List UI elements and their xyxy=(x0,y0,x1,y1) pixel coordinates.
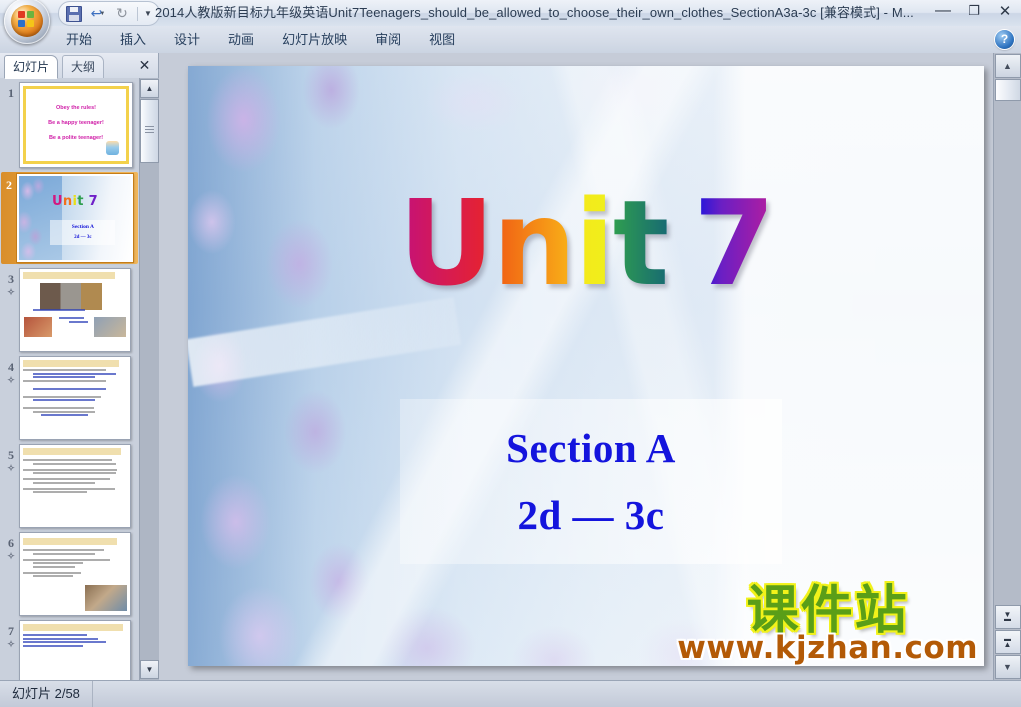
scrollbar-grip-icon xyxy=(145,126,154,134)
slide-preview-4 xyxy=(19,356,131,440)
scrollbar-bottom-group: ▼ ▬ ▬ ▲ ▼ xyxy=(994,604,1021,680)
slide-number-6: 6 ✧ xyxy=(3,532,19,561)
previous-slide-button[interactable]: ▬ ▲ xyxy=(994,630,1021,654)
undo-button[interactable]: ↩ ▼ xyxy=(89,5,107,22)
slide-thumbnail-6[interactable]: 6 ✧ xyxy=(3,532,136,616)
slide-thumbnail-5[interactable]: 5 ✧ xyxy=(3,444,136,528)
undo-dropdown-icon[interactable]: ▼ xyxy=(99,11,105,17)
quick-access-toolbar: ↩ ▼ ↻ ▼ xyxy=(58,1,160,26)
status-bar: 幻灯片 2/58 xyxy=(0,680,1021,707)
slide1-clipart-icon xyxy=(106,141,119,155)
slides-scrollbar-thumb[interactable] xyxy=(140,99,159,163)
section-subtitle: 2d — 3c xyxy=(517,491,665,538)
slide-thumbnail-2[interactable]: 2 Unit 7 Section A 2d — 3c xyxy=(1,172,138,264)
minimize-button[interactable]: — xyxy=(933,2,953,20)
slides-scroll-down-button[interactable]: ▼ xyxy=(140,660,159,679)
next-slide-button[interactable]: ▼ ▬ xyxy=(994,605,1021,629)
tab-outline[interactable]: 大纲 xyxy=(62,55,105,79)
slide-thumbnail-3[interactable]: 3 ✧ xyxy=(3,268,136,352)
status-bar-filler xyxy=(93,681,1021,707)
slide2-section-line2: 2d — 3c xyxy=(74,234,92,240)
slide-thumbnail-list[interactable]: 1 Obey the rules! Be a happy teenager! B… xyxy=(0,78,139,681)
slide-number-7: 7 ✧ xyxy=(3,620,19,649)
previous-slide-icon: ▲ xyxy=(1003,640,1012,649)
section-title: Section A xyxy=(506,424,676,471)
slide-preview-6 xyxy=(19,532,131,616)
tab-animations[interactable]: 动画 xyxy=(214,26,268,53)
restore-button[interactable]: ❐ xyxy=(964,2,984,20)
scroll-down-button[interactable]: ▼ xyxy=(994,655,1021,679)
slide-preview-1: Obey the rules! Be a happy teenager! Be … xyxy=(19,82,133,168)
current-slide[interactable]: Unit 7 Section A 2d — 3c 课件站 www.kjzhan.… xyxy=(188,66,984,666)
slides-scroll-down-wrap: ▼ xyxy=(140,659,159,680)
slide-thumbnail-7[interactable]: 7 ✧ xyxy=(3,620,136,681)
title-bar: ↩ ▼ ↻ ▼ 2014人教版新目标九年级英语Unit7Teenagers_sh… xyxy=(0,0,1021,44)
window-controls: — ❐ ✕ xyxy=(933,2,1015,21)
slide6-photo-icon xyxy=(85,585,127,611)
slide-preview-2: Unit 7 Section A 2d — 3c xyxy=(16,173,134,263)
save-button[interactable] xyxy=(65,5,83,22)
animation-star-icon-5: ✧ xyxy=(7,463,15,473)
office-button[interactable] xyxy=(4,0,50,44)
help-icon[interactable]: ? xyxy=(995,30,1014,49)
redo-icon: ↻ xyxy=(116,5,128,22)
unit-wordart-title[interactable]: Unit 7 xyxy=(188,184,984,302)
slide1-line-2: Be a happy teenager! xyxy=(48,120,104,126)
qat-divider xyxy=(137,6,138,21)
slides-scroll-up-button[interactable]: ▲ xyxy=(140,79,159,98)
slide2-flora-icon xyxy=(19,176,62,260)
save-icon xyxy=(66,5,82,22)
powerpoint-window: ↩ ▼ ↻ ▼ 2014人教版新目标九年级英语Unit7Teenagers_sh… xyxy=(0,0,1021,707)
slide-canvas[interactable]: Unit 7 Section A 2d — 3c 课件站 www.kjzhan.… xyxy=(188,66,984,666)
ribbon-tabs: 开始 插入 设计 动画 幻灯片放映 审阅 视图 xyxy=(52,26,469,53)
slide-number-3: 3 ✧ xyxy=(3,268,19,297)
animation-star-icon-3: ✧ xyxy=(7,287,15,297)
window-title: 2014人教版新目标九年级英语Unit7Teenagers_should_be_… xyxy=(155,5,914,20)
tab-review[interactable]: 审阅 xyxy=(361,26,415,53)
slides-pane-scrollbar[interactable]: ▲ ▼ xyxy=(139,78,159,681)
vertical-scrollbar-thumb[interactable] xyxy=(994,79,1021,101)
slide1-line-1: Obey the rules! xyxy=(55,105,97,111)
customize-qat-icon[interactable]: ▼ xyxy=(144,9,152,18)
slide-thumbnail-1[interactable]: 1 Obey the rules! Be a happy teenager! B… xyxy=(3,82,136,168)
tab-insert[interactable]: 插入 xyxy=(106,26,160,53)
ribbon-tab-strip: 开始 插入 设计 动画 幻灯片放映 审阅 视图 ? xyxy=(0,26,1021,54)
close-pane-icon[interactable]: ✕ xyxy=(136,57,153,74)
animation-star-icon-7: ✧ xyxy=(7,639,15,649)
slide-preview-3 xyxy=(19,268,131,352)
tab-design[interactable]: 设计 xyxy=(160,26,214,53)
next-slide-bar-icon: ▬ xyxy=(1004,616,1011,623)
slide-vertical-scrollbar[interactable]: ▲ ▼ ▬ ▬ ▲ ▼ xyxy=(993,53,1021,681)
slide3-photo-right-icon xyxy=(94,317,126,337)
slide2-section-box: Section A 2d — 3c xyxy=(50,219,116,245)
scroll-up-button[interactable]: ▲ xyxy=(994,54,1021,78)
slide-number-1: 1 xyxy=(8,86,14,100)
animation-star-icon-6: ✧ xyxy=(7,551,15,561)
slide-preview-7 xyxy=(19,620,131,681)
slide-editing-area[interactable]: Unit 7 Section A 2d — 3c 课件站 www.kjzhan.… xyxy=(159,53,994,681)
slides-pane-tabs: 幻灯片 大纲 ✕ xyxy=(0,53,158,79)
tab-slideshow[interactable]: 幻灯片放映 xyxy=(268,26,361,53)
section-text-box[interactable]: Section A 2d — 3c xyxy=(400,399,782,564)
office-logo-icon xyxy=(18,11,36,29)
slide3-photo-left-icon xyxy=(24,317,52,337)
slide-thumbnail-4[interactable]: 4 ✧ xyxy=(3,356,136,440)
slide2-title: Unit 7 xyxy=(52,193,98,209)
tab-slides[interactable]: 幻灯片 xyxy=(4,55,59,79)
slide-preview-5 xyxy=(19,444,131,528)
slide-number-2: 2 xyxy=(6,178,12,192)
tab-home[interactable]: 开始 xyxy=(52,26,106,53)
slide-counter: 幻灯片 2/58 xyxy=(0,681,93,707)
close-button[interactable]: ✕ xyxy=(995,2,1015,20)
animation-star-icon-4: ✧ xyxy=(7,375,15,385)
redo-button[interactable]: ↻ xyxy=(113,5,131,22)
slide-number-5: 5 ✧ xyxy=(3,444,19,473)
slide3-photo-row-icon xyxy=(40,283,102,310)
tab-view[interactable]: 视图 xyxy=(415,26,469,53)
slides-pane: 幻灯片 大纲 ✕ 1 Obey the rules! Be a happy te… xyxy=(0,53,159,681)
slide-number-4: 4 ✧ xyxy=(3,356,19,385)
slide2-section-line1: Section A xyxy=(71,223,94,230)
